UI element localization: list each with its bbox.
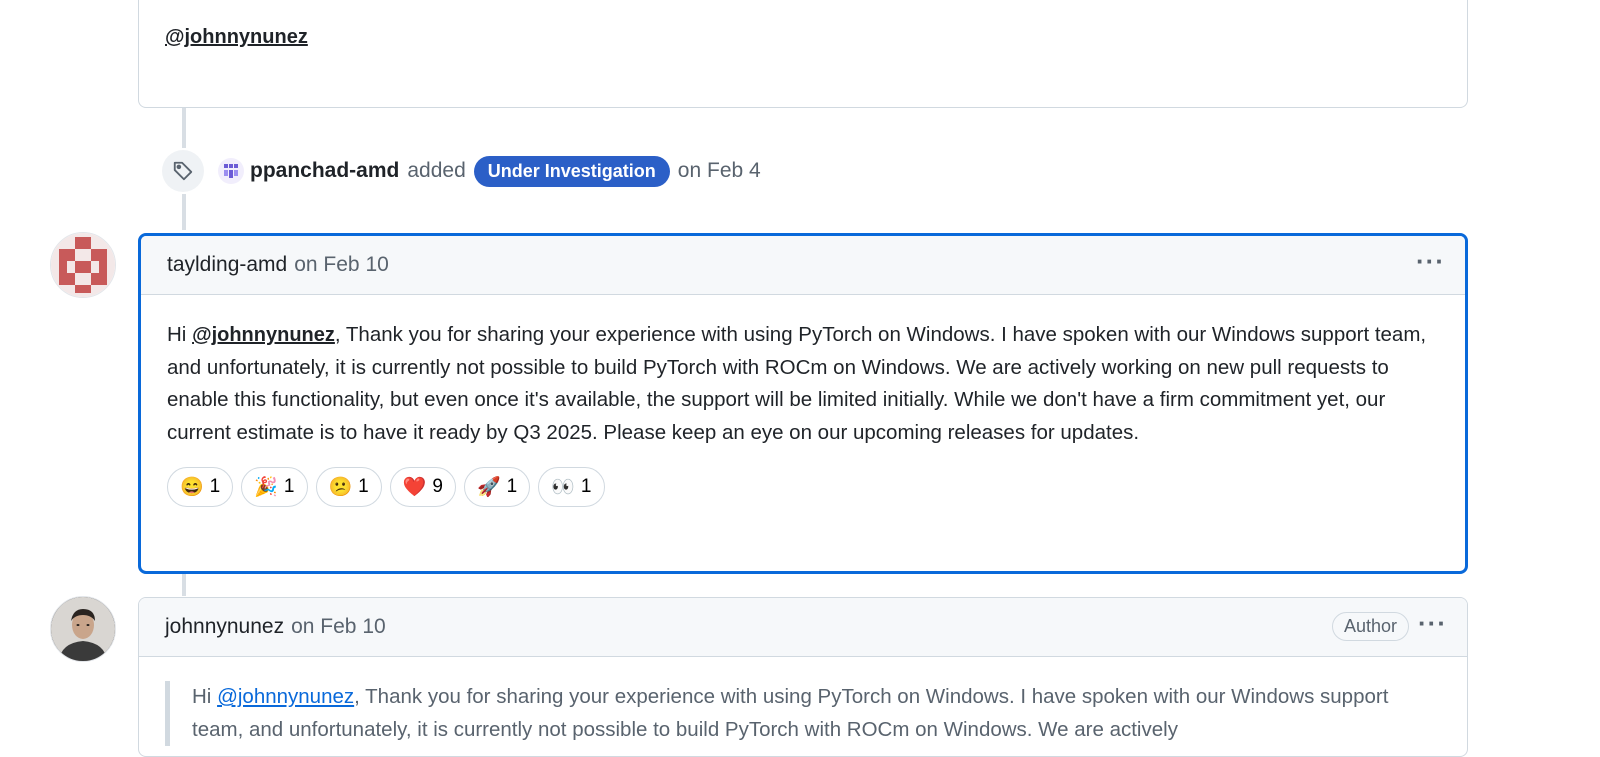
- label-badge[interactable]: Under Investigation: [473, 155, 670, 187]
- event-action: added: [407, 159, 466, 182]
- comment-header: taylding-amd on Feb 10 ···: [141, 236, 1465, 295]
- comment-card: johnnynunez on Feb 10 Author ··· Hi @joh…: [138, 597, 1468, 757]
- avatar[interactable]: [50, 596, 116, 662]
- timeline-line: [182, 194, 186, 230]
- author-badge: Author: [1331, 612, 1409, 641]
- more-options-icon[interactable]: ···: [1416, 248, 1445, 274]
- comment-author[interactable]: johnnynunez: [165, 615, 284, 639]
- blockquote: Hi @johnnynunez, Thank you for sharing y…: [165, 681, 1441, 746]
- timeline-line: [182, 574, 186, 596]
- user-mention-link[interactable]: @johnnynunez: [217, 685, 354, 708]
- reaction-confused[interactable]: 😕 1: [315, 467, 382, 507]
- comment-date[interactable]: on Feb 10: [291, 615, 386, 639]
- comment-header: johnnynunez on Feb 10 Author ···: [139, 598, 1467, 657]
- user-mention-link[interactable]: @johnnynunez: [165, 26, 308, 49]
- comment-body: Hi @johnnynunez, Thank you for sharing y…: [141, 295, 1465, 531]
- event-user-link[interactable]: ppanchad-amd: [250, 159, 399, 183]
- event-date[interactable]: on Feb 4: [678, 159, 761, 183]
- user-avatar[interactable]: [218, 158, 244, 184]
- avatar[interactable]: [50, 232, 116, 298]
- timeline-line: [182, 108, 186, 148]
- reactions-bar: 😄 1 🎉 1 😕 1 ❤️ 9 🚀 1 👀 1: [167, 467, 1439, 507]
- more-options-icon[interactable]: ···: [1418, 610, 1447, 636]
- comment-body: Hi @johnnynunez, Thank you for sharing y…: [139, 657, 1467, 756]
- label-event: ppanchad-amd added Under Investigation o…: [162, 150, 761, 192]
- reaction-smile[interactable]: 😄 1: [167, 467, 234, 507]
- comment-author[interactable]: taylding-amd: [167, 253, 287, 277]
- reaction-heart[interactable]: ❤️ 9: [389, 467, 456, 507]
- comment-text: Hi @johnnynunez, Thank you for sharing y…: [167, 323, 1427, 444]
- comment-card: taylding-amd on Feb 10 ··· Hi @johnnynun…: [138, 233, 1468, 574]
- previous-comment-card: @johnnynunez: [138, 0, 1468, 108]
- reaction-rocket[interactable]: 🚀 1: [464, 467, 531, 507]
- reaction-tada[interactable]: 🎉 1: [241, 467, 308, 507]
- tag-icon: [162, 150, 204, 192]
- reaction-eyes[interactable]: 👀 1: [538, 467, 605, 507]
- user-mention-link[interactable]: @johnnynunez: [192, 324, 335, 346]
- comment-date[interactable]: on Feb 10: [294, 253, 389, 277]
